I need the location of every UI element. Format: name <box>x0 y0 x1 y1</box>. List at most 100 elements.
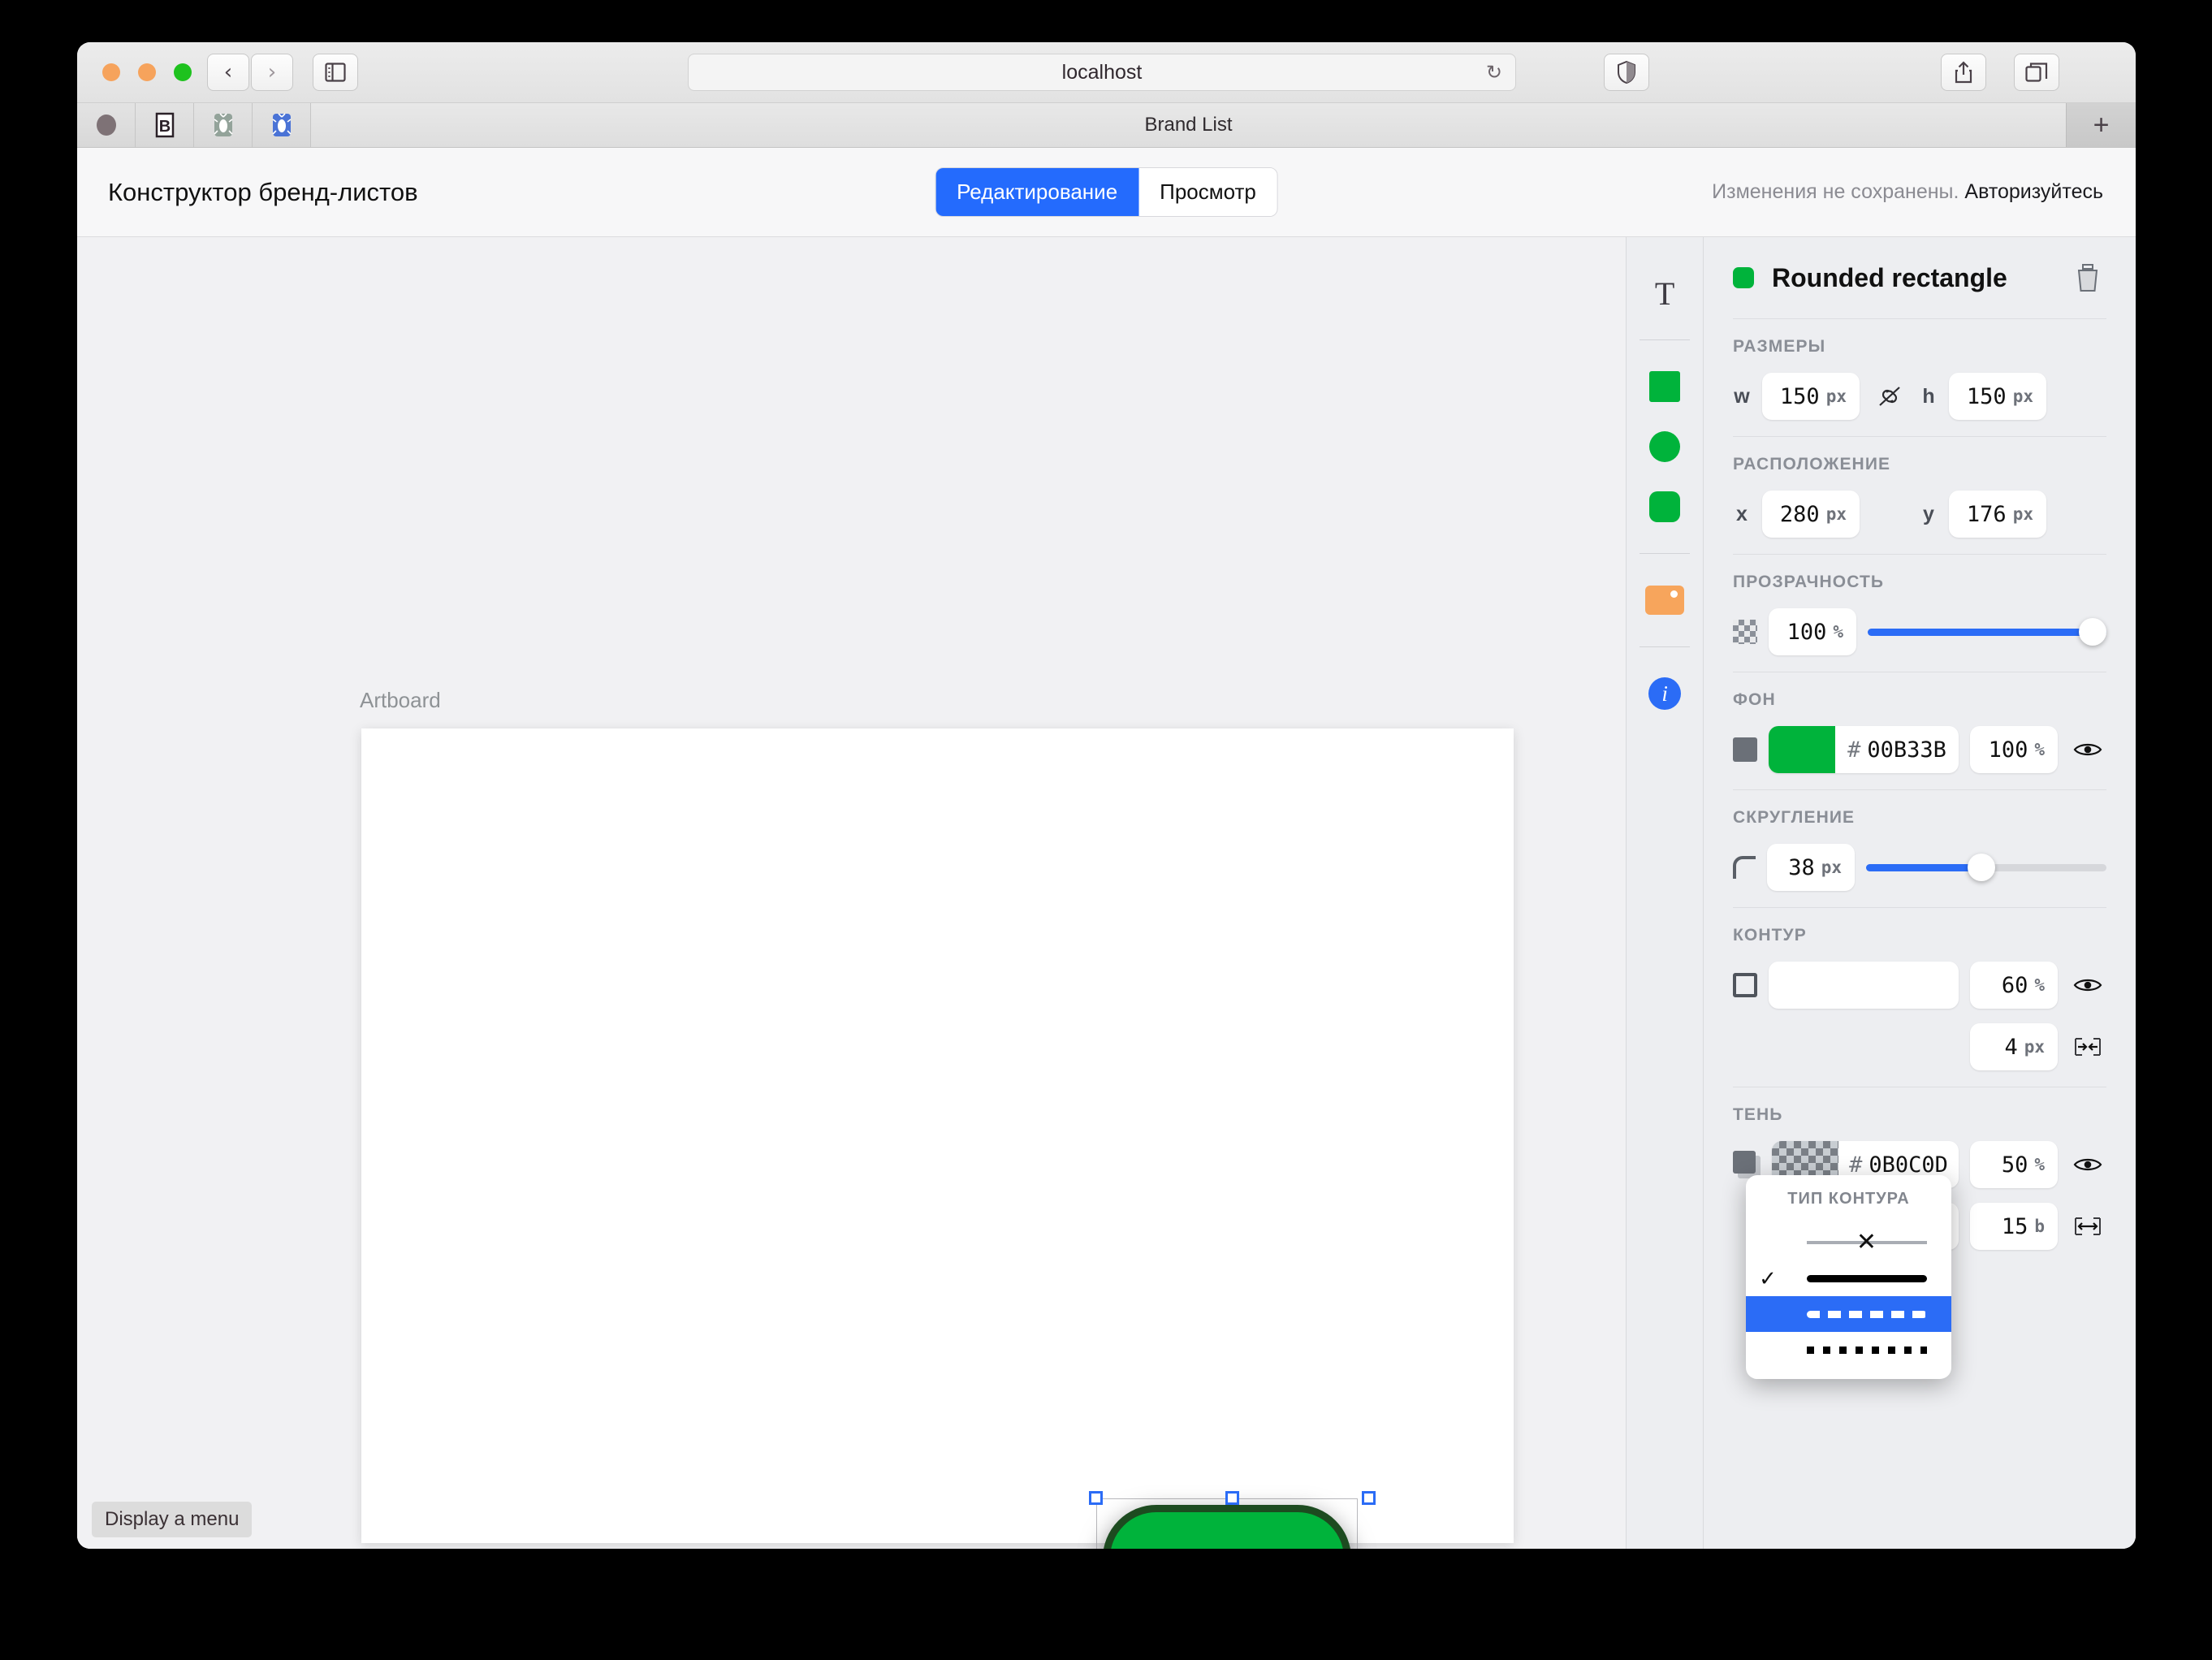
canvas-area[interactable]: Artboard Display a menu <box>77 237 1627 1549</box>
mode-switcher: Редактирование Просмотр <box>935 167 1278 217</box>
width-input[interactable]: 150 px <box>1762 373 1860 420</box>
opacity-slider[interactable] <box>1868 617 2106 646</box>
new-tab-button[interactable]: + <box>2066 103 2136 147</box>
height-axis-label: h <box>1922 384 1935 408</box>
fill-opacity-input[interactable]: 100 % <box>1970 726 2058 773</box>
height-unit: px <box>2012 387 2033 406</box>
minimize-window-button[interactable] <box>138 63 156 81</box>
chevron-right-icon: › <box>267 60 277 84</box>
rounded-rect-tool-button[interactable] <box>1640 482 1690 532</box>
stacked-squares-icon <box>1733 1151 1761 1178</box>
tab-overview-icon <box>2025 63 2048 82</box>
aspect-lock-button[interactable] <box>1871 384 1908 409</box>
shadow-opacity-input[interactable]: 50 % <box>1970 1141 2058 1188</box>
active-tab[interactable]: Brand List <box>311 103 2066 147</box>
tab-strip: B Brand List + <box>77 103 2136 148</box>
close-window-button[interactable] <box>102 63 120 81</box>
bug-blue-icon <box>271 113 292 136</box>
radius-unit: px <box>1821 858 1842 877</box>
maximize-window-button[interactable] <box>174 63 192 81</box>
stroke-label: КОНТУР <box>1733 926 1807 945</box>
favorite-tab-3[interactable] <box>194 103 253 147</box>
fill-visibility-button[interactable] <box>2069 740 2106 759</box>
line-dashed-icon <box>1806 1310 1927 1318</box>
line-dotted-icon <box>1806 1346 1927 1354</box>
browser-toolbar: ‹ › localhost ↻ <box>77 42 2136 103</box>
selected-shape-group[interactable] <box>1089 1491 1376 1549</box>
back-button[interactable]: ‹ <box>207 54 249 91</box>
corner-radius-icon <box>1733 856 1756 879</box>
opacity-label: ПРОЗРАЧНОСТЬ <box>1733 573 1885 591</box>
artboard[interactable] <box>361 728 1514 1549</box>
application: Конструктор бренд-листов Редактирование … <box>77 148 2136 1549</box>
shadow-visibility-button[interactable] <box>2069 1155 2106 1174</box>
stroke-color-chip[interactable] <box>1769 962 1835 1009</box>
tab-preview[interactable]: Просмотр <box>1138 168 1277 216</box>
forward-button[interactable]: › <box>251 54 293 91</box>
resize-handle-ne[interactable] <box>1362 1491 1376 1505</box>
favorite-tab-4[interactable] <box>253 103 311 147</box>
info-tool-button[interactable]: i <box>1640 668 1690 719</box>
radius-input[interactable]: 38 px <box>1767 844 1855 891</box>
tab-edit[interactable]: Редактирование <box>935 168 1139 216</box>
opacity-slider-knob[interactable] <box>2079 618 2106 646</box>
save-status-text: Изменения не сохранены. <box>1712 180 1959 203</box>
fill-hex-text: 00B33B <box>1867 737 1946 763</box>
resize-handle-nw[interactable] <box>1089 1491 1103 1505</box>
tab-overview-button[interactable] <box>2014 54 2059 91</box>
shadow-spread-button[interactable] <box>2069 1216 2106 1237</box>
y-axis-label: y <box>1923 502 1934 525</box>
text-T-icon: T <box>1654 275 1675 312</box>
dropdown-check-solid: ✓ <box>1759 1265 1777 1290</box>
text-tool-button[interactable]: T <box>1640 268 1690 318</box>
bug-gray-icon <box>213 113 233 136</box>
image-placeholder-icon <box>1645 586 1685 615</box>
height-input[interactable]: 150 px <box>1949 373 2046 420</box>
stroke-type-dropdown[interactable]: ТИП КОНТУРА ✕ ✓ <box>1746 1175 1951 1379</box>
tools-rail: T i <box>1626 237 1704 1549</box>
dropdown-title: ТИП КОНТУРА <box>1787 1190 1910 1208</box>
share-button[interactable] <box>1941 54 1986 91</box>
radius-slider[interactable] <box>1866 853 2106 882</box>
opacity-input[interactable]: 100 % <box>1769 608 1856 655</box>
stroke-visibility-button[interactable] <box>2069 975 2106 995</box>
dropdown-item-dashed[interactable] <box>1746 1296 1951 1332</box>
square-tool-button[interactable] <box>1640 361 1690 412</box>
x-input[interactable]: 280 px <box>1762 491 1860 538</box>
privacy-report-button[interactable] <box>1604 54 1649 91</box>
stroke-opacity-value: 60 <box>2001 972 2028 998</box>
fill-hex-value: #00B33B <box>1835 737 1959 763</box>
reload-icon[interactable]: ↻ <box>1486 61 1502 84</box>
dropdown-item-dotted[interactable] <box>1746 1332 1951 1368</box>
stroke-opacity-input[interactable]: 60 % <box>1970 962 2058 1009</box>
opacity-row: 100 % <box>1733 608 2106 655</box>
login-link[interactable]: Авторизуйтесь <box>1964 180 2103 203</box>
radius-slider-knob[interactable] <box>1968 854 1996 881</box>
dropdown-item-solid[interactable]: ✓ <box>1746 1260 1951 1296</box>
favorite-tab-1[interactable] <box>77 103 136 147</box>
y-input[interactable]: 176 px <box>1949 491 2046 538</box>
image-tool-button[interactable] <box>1640 575 1690 625</box>
circle-icon <box>1649 431 1681 462</box>
spread-arrows-icon <box>2075 1217 2101 1235</box>
shadow-blur-input[interactable]: 15 b <box>1970 1203 2058 1250</box>
x-axis-label: x <box>1736 502 1748 525</box>
rounded-rectangle-shape[interactable] <box>1103 1505 1351 1549</box>
circle-tool-button[interactable] <box>1640 421 1690 472</box>
address-bar[interactable]: localhost ↻ <box>688 54 1516 91</box>
fill-opacity-unit: % <box>2034 740 2045 759</box>
tool-divider-1 <box>1640 339 1691 340</box>
delete-shape-button[interactable] <box>2074 262 2102 293</box>
resize-handle-n[interactable] <box>1225 1491 1239 1505</box>
fill-color-input[interactable]: #00B33B <box>1769 726 1959 773</box>
sidebar-toggle-icon <box>325 63 346 82</box>
eye-icon <box>2073 743 2102 756</box>
favorite-tab-2[interactable]: B <box>136 103 194 147</box>
stroke-width-input[interactable]: 4 px <box>1970 1023 2058 1070</box>
fill-color-chip[interactable] <box>1769 726 1835 773</box>
dropdown-item-none[interactable]: ✕ <box>1746 1225 1951 1260</box>
stroke-align-button[interactable] <box>2069 1036 2106 1057</box>
stroke-type-dropdown-trigger[interactable] <box>1769 962 1959 1009</box>
rounded-square-icon <box>1649 491 1681 522</box>
sidebar-toggle-button[interactable] <box>313 54 358 91</box>
